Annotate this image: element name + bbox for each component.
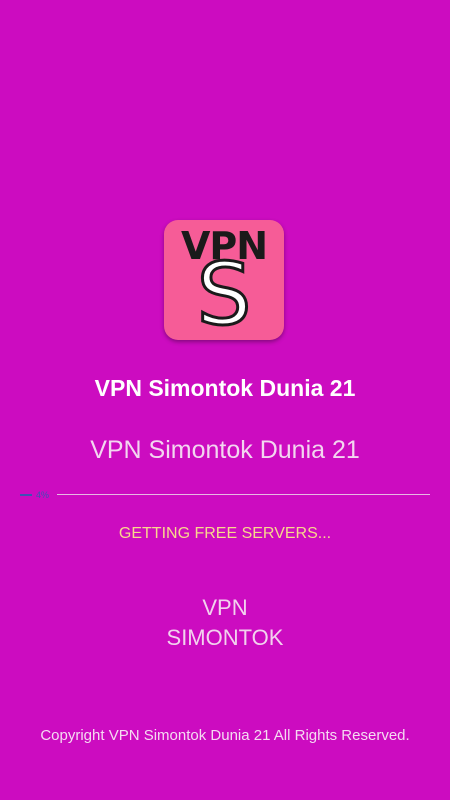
loading-progress-bar: 4%: [20, 489, 430, 501]
progress-percentage: 4%: [36, 490, 50, 500]
app-subtitle: VPN Simontok Dunia 21: [90, 436, 360, 464]
app-logo: VPN S: [164, 220, 284, 340]
progress-fill: [20, 494, 32, 496]
status-message: GETTING FREE SERVERS...: [118, 525, 332, 542]
brand-line-vpn: VPN: [202, 595, 248, 620]
brand-line-simontok: SIMONTOK: [166, 625, 284, 650]
app-title: VPN Simontok Dunia 21: [94, 375, 356, 401]
copyright-text: Copyright VPN Simontok Dunia 21 All Righ…: [40, 727, 410, 744]
logo-letter-s: S: [195, 245, 253, 341]
progress-track: [57, 494, 430, 495]
brand-text: VPN SIMONTOK: [0, 593, 450, 653]
